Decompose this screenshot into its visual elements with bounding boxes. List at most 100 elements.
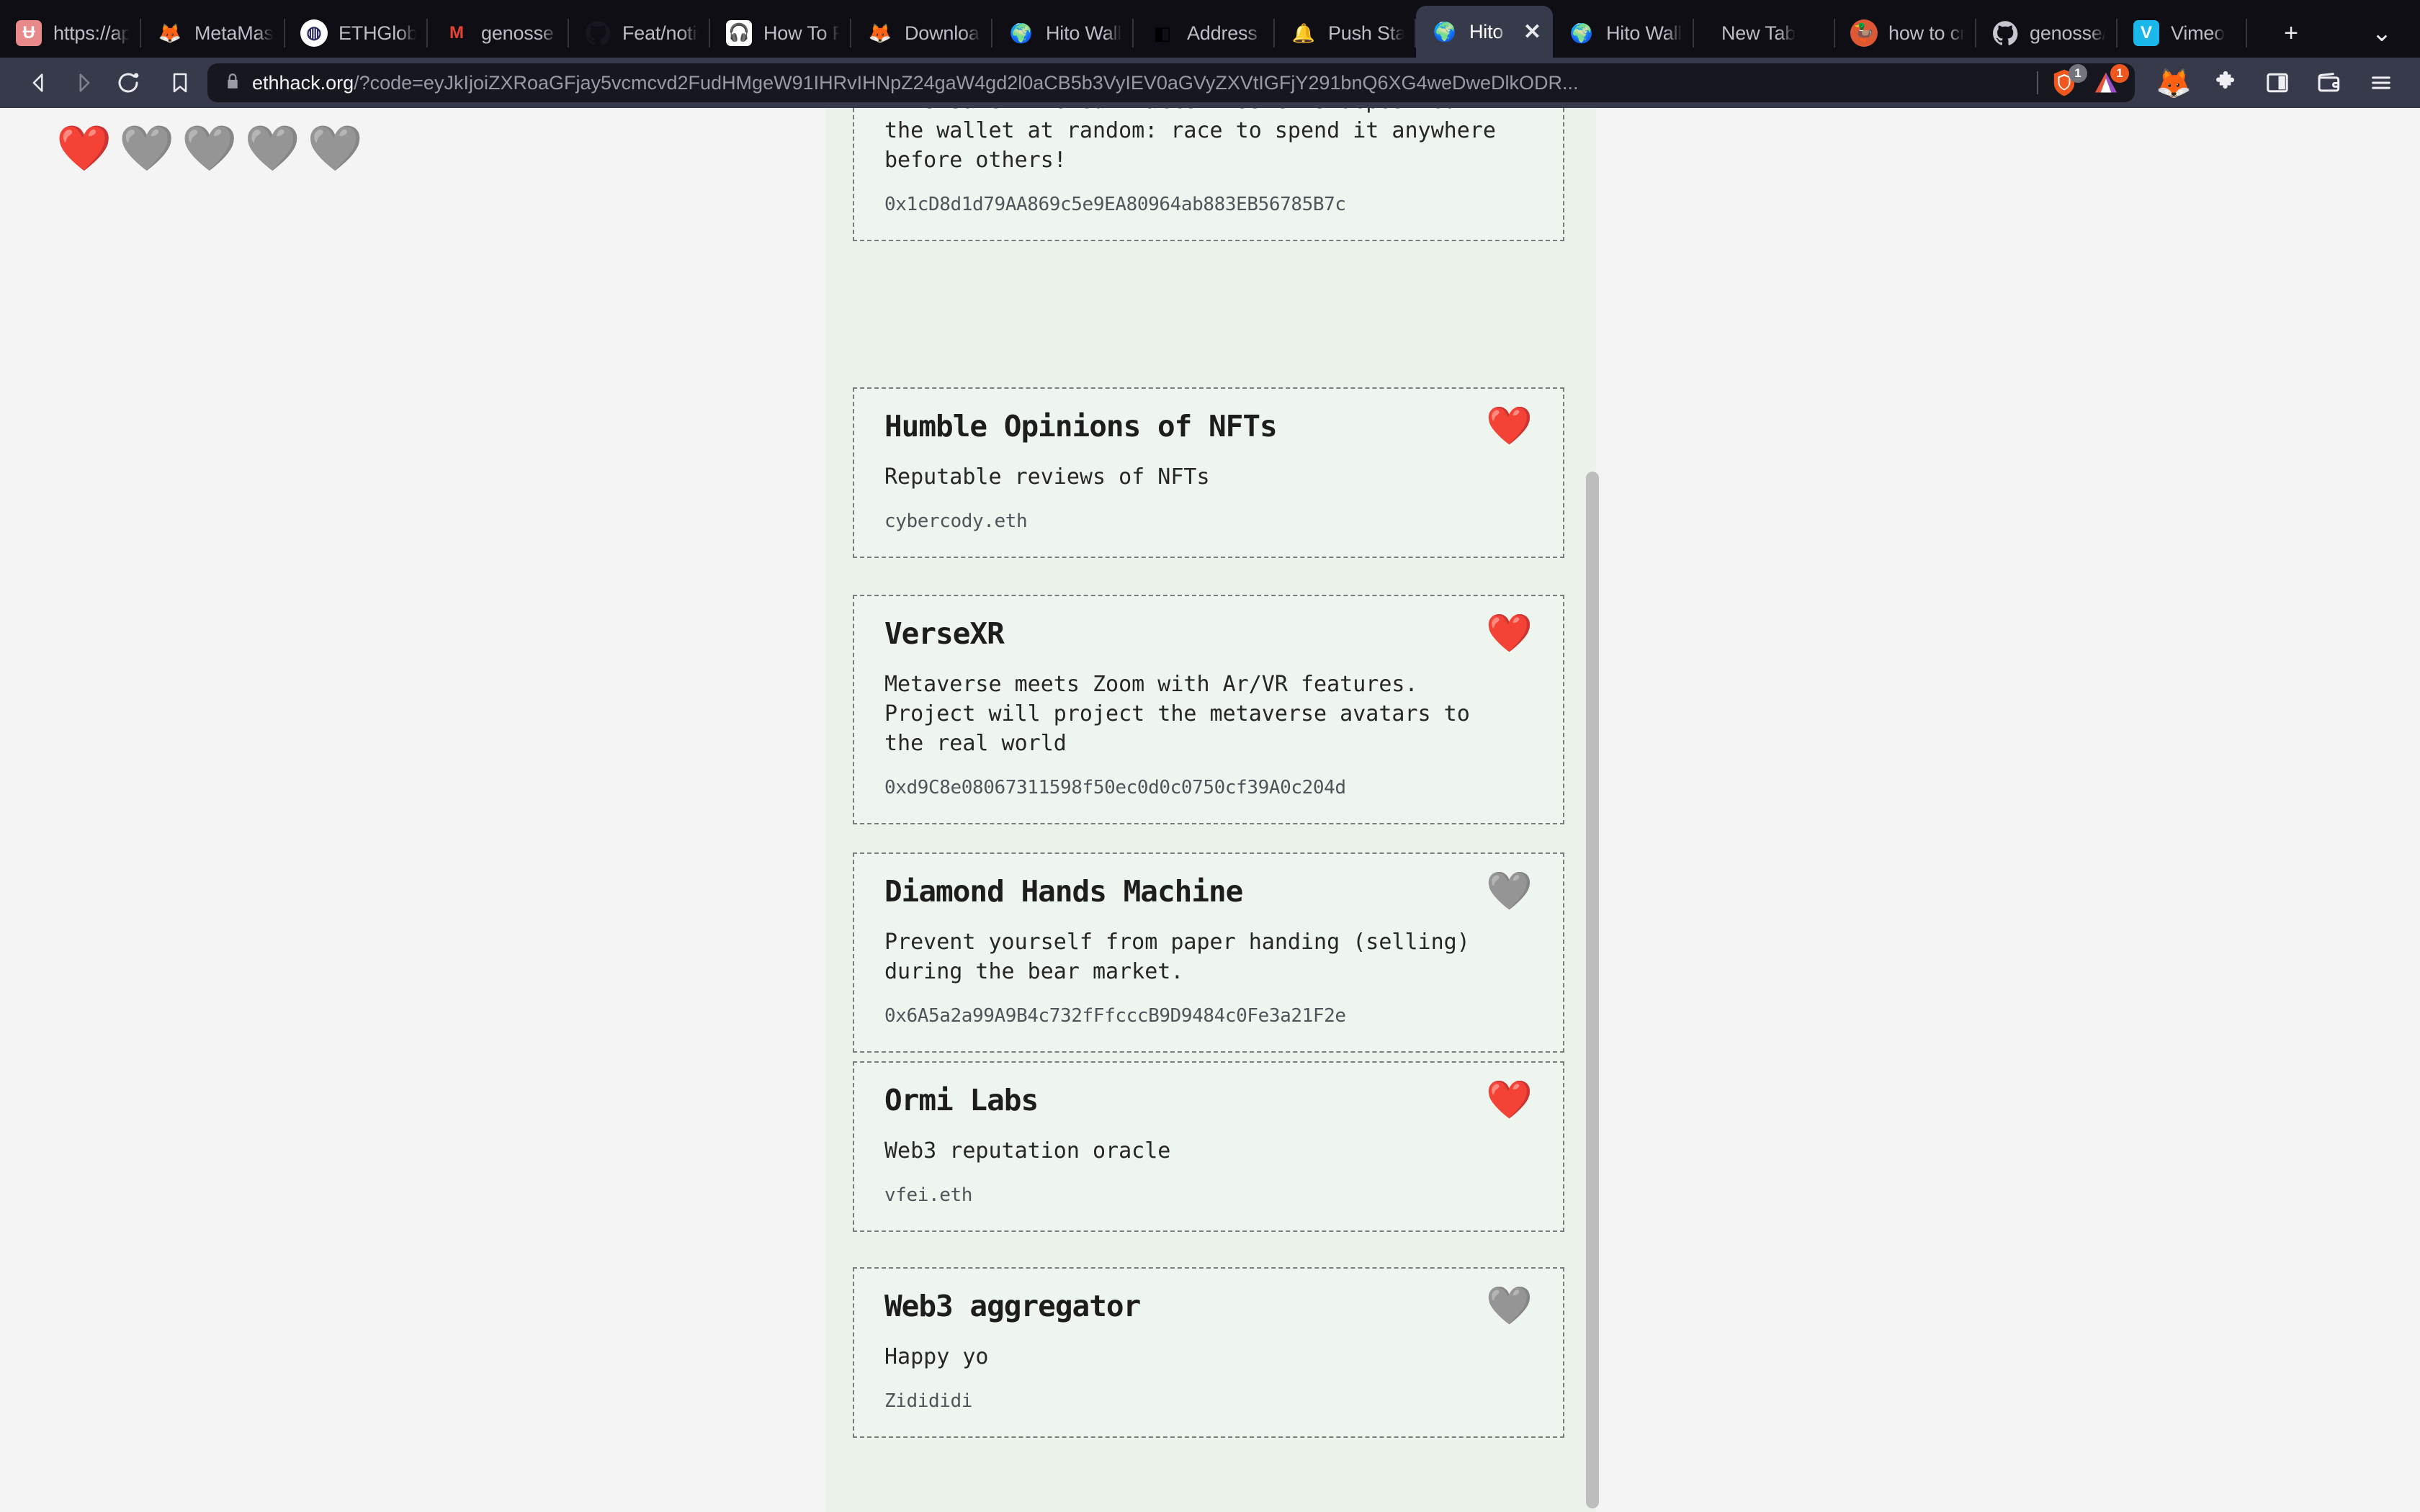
browser-tab[interactable]: 🔔 Push Stagi: [1275, 9, 1416, 58]
tab-separator: [2246, 19, 2247, 48]
tab-title: MetaMask: [194, 22, 274, 44]
project-title: Diamond Hands Machine: [884, 874, 1243, 909]
project-title: VerseXR: [884, 616, 1005, 651]
url-path: /?code=eyJkIjoiZXRoaGFjay5vcmcvd2FudHMge…: [354, 71, 1579, 94]
like-heart-filled-icon[interactable]: ❤️: [1486, 408, 1533, 445]
project-description: Web3 reputation oracle: [884, 1138, 1171, 1164]
browser-tab[interactable]: 🌍 Hito Wallet: [1553, 9, 1694, 58]
headphones-icon: 🎧: [725, 19, 753, 48]
extensions-puzzle-icon[interactable]: [2205, 63, 2246, 103]
project-card[interactable]: VerseXR ❤️ Metaverse meets Zoom with Ar/VR…: [853, 595, 1564, 825]
project-address: 0x6A5a2a99A9B4c732fFfcccB9D9484c0Fe3a21F…: [884, 1005, 1346, 1027]
like-heart-filled-icon[interactable]: ❤️: [1486, 1081, 1533, 1119]
tab-title: Feat/notific: [622, 22, 699, 44]
tab-title: Download: [905, 22, 981, 44]
browser-toolbar: ethhack.org/?code=eyJkIjoiZXRoaGFjay5vcm…: [0, 58, 2420, 108]
ethglobal-icon: ◍: [300, 19, 328, 48]
rating-hearts[interactable]: ❤️ ❤️ ❤️ ❤️ ❤️: [56, 127, 363, 171]
github-icon: [583, 19, 612, 48]
globe-icon: 🌍: [1433, 21, 1457, 42]
browser-tab[interactable]: 🦆 how to crea: [1835, 9, 1976, 58]
github-icon: [1991, 19, 2020, 48]
tab-search-chevron-down-icon[interactable]: ⌄: [2358, 9, 2406, 57]
bookmark-icon[interactable]: [158, 63, 202, 103]
sidebar-toggle-icon[interactable]: [2257, 63, 2298, 103]
project-description: Prevent yourself from paper handing (sel…: [884, 930, 1470, 985]
tab-title: how to crea: [1888, 22, 1965, 44]
tab-strip: Ʉhttps://app 🦊 MetaMask ◍ ETHGlobal Mgenosse …: [0, 0, 2420, 58]
metamask-fox-icon: 🦊: [158, 22, 182, 44]
project-card[interactable]: Ormi Labs ❤️ Web3 reputation oracle vfei.et…: [853, 1061, 1564, 1233]
rating-heart-filled-icon[interactable]: ❤️: [56, 127, 112, 171]
browser-tab[interactable]: Feat/notific: [569, 9, 710, 58]
globe-icon: 🌍: [1009, 22, 1034, 44]
tab-title: Address 0x: [1187, 22, 1263, 44]
back-button[interactable]: [19, 63, 59, 103]
page-viewport: ❤️❤️❤️❤️❤️ this same Ethereum wallet. US…: [0, 108, 2420, 1512]
brave-shields-icon[interactable]: 1: [2048, 64, 2087, 99]
browser-tab-active[interactable]: 🌍 Hito Wa ✕: [1416, 6, 1553, 58]
new-tab-button[interactable]: +: [2267, 9, 2315, 57]
browser-tab[interactable]: 🌍 Hito Wallet: [992, 9, 1134, 58]
reload-button[interactable]: [108, 63, 148, 103]
urlbar-divider: [2037, 71, 2038, 94]
tab-close-button[interactable]: ✕: [1523, 19, 1541, 45]
toolbar-right-actions: 🦊: [2154, 63, 2401, 103]
project-card-header: Diamond Hands Machine ❤️: [884, 873, 1533, 910]
url-text: ethhack.org/?code=eyJkIjoiZXRoaGFjay5vcm…: [252, 72, 2027, 94]
tab-title: Hito Wallet: [1606, 22, 1682, 44]
tab-title: New Tab: [1721, 22, 1796, 44]
address-bar[interactable]: ethhack.org/?code=eyJkIjoiZXRoaGFjay5vcm…: [207, 63, 2135, 102]
browser-tab[interactable]: 🦊 Download: [851, 9, 992, 58]
scrollbar-thumb[interactable]: [1586, 472, 1599, 1508]
project-card-header: VerseXR ❤️: [884, 615, 1533, 652]
project-card[interactable]: Diamond Hands Machine ❤️ Prevent yourself …: [853, 852, 1564, 1053]
project-card-header: Humble Opinions of NFTs ❤️: [884, 408, 1533, 445]
page-scrollbar[interactable]: [1585, 108, 1602, 1512]
browser-tab[interactable]: New Tab: [1694, 9, 1835, 58]
rating-heart-empty-icon[interactable]: ❤️: [308, 127, 363, 171]
rating-heart-empty-icon[interactable]: ❤️: [182, 127, 237, 171]
browser-tab[interactable]: 🦊 MetaMask: [141, 9, 285, 58]
hamburger-menu-icon[interactable]: [2361, 63, 2401, 103]
tab-title: Vimeo: [2171, 22, 2226, 44]
lock-icon: [223, 72, 242, 94]
project-card[interactable]: Humble Opinions of NFTs ❤️ Reputable revie…: [853, 387, 1564, 559]
etherscan-icon: ◧: [1153, 22, 1172, 44]
brave-wallet-icon[interactable]: [2309, 63, 2349, 103]
project-list-column: this same Ethereum wallet. USDC is depos…: [825, 108, 1596, 1512]
project-card[interactable]: this same Ethereum wallet. USDC is depos…: [853, 108, 1564, 242]
tab-title: https://app: [53, 22, 130, 44]
browser-tab[interactable]: genosse/et: [1976, 9, 2118, 58]
tab-strip-actions: + ⌄: [2267, 9, 2420, 58]
project-title: Web3 aggregator: [884, 1289, 1141, 1323]
browser-tab[interactable]: Ʉhttps://app: [0, 9, 141, 58]
project-description: this same Ethereum wallet. USDC is depos…: [884, 108, 1496, 174]
browser-tab[interactable]: 🎧 How To Rec: [710, 9, 851, 58]
tab-title: genosse in: [481, 22, 557, 44]
rating-heart-empty-icon[interactable]: ❤️: [119, 127, 174, 171]
project-title: Ormi Labs: [884, 1083, 1039, 1117]
like-heart-empty-icon[interactable]: ❤️: [1486, 873, 1533, 910]
metamask-extension-icon[interactable]: 🦊: [2154, 63, 2194, 103]
project-title: Humble Opinions of NFTs: [884, 409, 1278, 444]
url-host: ethhack.org: [252, 71, 354, 94]
forward-button[interactable]: [63, 63, 104, 103]
rating-heart-empty-icon[interactable]: ❤️: [245, 127, 300, 171]
project-address: vfei.eth: [884, 1184, 973, 1207]
brave-rewards-icon[interactable]: 1: [2090, 64, 2129, 99]
browser-tab[interactable]: V Vimeo: [2118, 9, 2247, 58]
browser-tab[interactable]: Mgenosse in: [428, 9, 569, 58]
project-address: Zidididi: [884, 1390, 973, 1413]
tab-title: Push Stagi: [1328, 22, 1404, 44]
tab-title: Hito Wa: [1469, 20, 1506, 42]
project-card-header: Ormi Labs ❤️: [884, 1081, 1533, 1119]
project-address: 0xd9C8e08067311598f50ec0d0c0750cf39A0c20…: [884, 777, 1346, 799]
like-heart-empty-icon[interactable]: ❤️: [1486, 1287, 1533, 1325]
browser-tab[interactable]: ◍ ETHGlobal: [285, 9, 428, 58]
project-description: Metaverse meets Zoom with Ar/VR features…: [884, 672, 1470, 757]
browser-tab[interactable]: ◧ Address 0x: [1134, 9, 1275, 58]
project-card[interactable]: Web3 aggregator ❤️ Happy yo Zidididi: [853, 1267, 1564, 1439]
tab-title: ETHGlobal: [339, 22, 416, 44]
like-heart-filled-icon[interactable]: ❤️: [1486, 615, 1533, 652]
